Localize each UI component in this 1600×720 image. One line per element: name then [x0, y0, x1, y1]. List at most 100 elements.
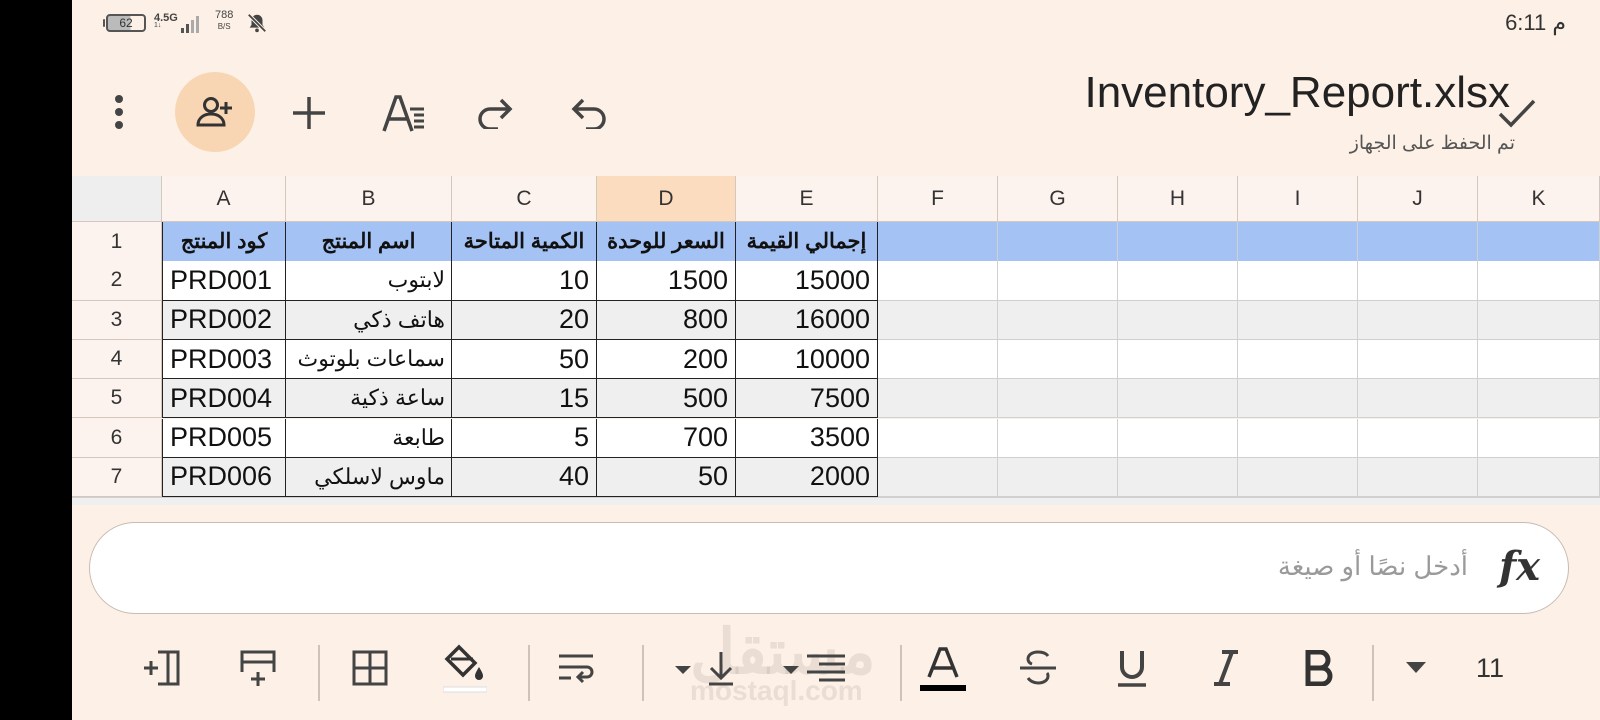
- horizontal-align-button[interactable]: [766, 640, 852, 696]
- data-cell[interactable]: [1238, 379, 1358, 419]
- data-cell[interactable]: [1478, 339, 1600, 380]
- data-cell[interactable]: PRD006: [162, 457, 286, 498]
- header-cell[interactable]: اسم المنتج: [286, 222, 452, 262]
- data-cell[interactable]: [1478, 457, 1600, 498]
- data-cell[interactable]: [1238, 300, 1358, 340]
- data-cell[interactable]: [878, 300, 998, 340]
- data-cell[interactable]: [1118, 261, 1238, 301]
- data-cell[interactable]: [1358, 261, 1478, 301]
- formula-input[interactable]: أدخل نصًا أو صيغة: [1278, 551, 1468, 582]
- data-cell[interactable]: [1358, 300, 1478, 340]
- row-header-1[interactable]: 1: [72, 222, 162, 262]
- data-cell[interactable]: سماعات بلوتوث: [286, 339, 452, 380]
- insert-button[interactable]: [284, 88, 334, 138]
- data-cell[interactable]: PRD005: [162, 418, 286, 458]
- data-cell[interactable]: [1238, 418, 1358, 458]
- redo-button[interactable]: [470, 88, 520, 138]
- data-cell[interactable]: 10: [452, 261, 597, 301]
- data-cell[interactable]: [998, 418, 1118, 458]
- row-header-6[interactable]: 6: [72, 418, 162, 458]
- header-cell[interactable]: كود المنتج: [162, 222, 286, 262]
- row-header-4[interactable]: 4: [72, 339, 162, 380]
- data-cell[interactable]: ماوس لاسلكي: [286, 457, 452, 498]
- column-header-a[interactable]: A: [162, 176, 286, 222]
- data-cell[interactable]: [1478, 300, 1600, 340]
- share-button[interactable]: [175, 72, 255, 152]
- data-cell[interactable]: 15: [452, 379, 597, 419]
- font-size-dropdown[interactable]: [1388, 640, 1444, 696]
- data-cell[interactable]: 1500: [597, 261, 736, 301]
- text-color-button[interactable]: [915, 640, 971, 696]
- data-cell[interactable]: [1238, 261, 1358, 301]
- data-cell[interactable]: [878, 379, 998, 419]
- data-cell[interactable]: ساعة ذكية: [286, 379, 452, 419]
- column-header-e[interactable]: E: [736, 176, 878, 222]
- data-cell[interactable]: [998, 300, 1118, 340]
- column-header-d[interactable]: D: [597, 176, 736, 222]
- data-cell[interactable]: [1358, 339, 1478, 380]
- column-header-g[interactable]: G: [998, 176, 1118, 222]
- data-cell[interactable]: 5: [452, 418, 597, 458]
- header-cell[interactable]: [1238, 222, 1358, 262]
- data-cell[interactable]: [998, 379, 1118, 419]
- data-cell[interactable]: PRD003: [162, 339, 286, 380]
- data-cell[interactable]: [1238, 457, 1358, 498]
- vertical-align-button[interactable]: [668, 640, 754, 696]
- data-cell[interactable]: 700: [597, 418, 736, 458]
- data-cell[interactable]: [998, 339, 1118, 380]
- data-cell[interactable]: [878, 457, 998, 498]
- row-header-5[interactable]: 5: [72, 379, 162, 419]
- header-cell[interactable]: [1118, 222, 1238, 262]
- data-cell[interactable]: 40: [452, 457, 597, 498]
- column-header-i[interactable]: I: [1238, 176, 1358, 222]
- data-cell[interactable]: لابتوب: [286, 261, 452, 301]
- data-cell[interactable]: [878, 339, 998, 380]
- header-cell[interactable]: [1478, 222, 1600, 262]
- data-cell[interactable]: 7500: [736, 379, 878, 419]
- borders-button[interactable]: [342, 640, 398, 696]
- data-cell[interactable]: 500: [597, 379, 736, 419]
- row-header-2[interactable]: 2: [72, 261, 162, 301]
- header-cell[interactable]: إجمالي القيمة: [736, 222, 878, 262]
- fill-color-button[interactable]: [437, 640, 493, 696]
- text-format-button[interactable]: [377, 88, 431, 138]
- data-cell[interactable]: 50: [597, 457, 736, 498]
- data-cell[interactable]: 10000: [736, 339, 878, 380]
- data-cell[interactable]: 2000: [736, 457, 878, 498]
- column-header-c[interactable]: C: [452, 176, 597, 222]
- column-header-f[interactable]: F: [878, 176, 998, 222]
- underline-button[interactable]: [1104, 640, 1160, 696]
- data-cell[interactable]: 50: [452, 339, 597, 380]
- data-cell[interactable]: 3500: [736, 418, 878, 458]
- insert-column-button[interactable]: [134, 640, 190, 696]
- data-cell[interactable]: [1118, 379, 1238, 419]
- data-cell[interactable]: PRD004: [162, 379, 286, 419]
- data-cell[interactable]: [1478, 261, 1600, 301]
- data-cell[interactable]: [1478, 418, 1600, 458]
- data-cell[interactable]: [1118, 418, 1238, 458]
- data-cell[interactable]: [1358, 457, 1478, 498]
- header-cell[interactable]: [878, 222, 998, 262]
- data-cell[interactable]: [1478, 379, 1600, 419]
- data-cell[interactable]: 800: [597, 300, 736, 340]
- data-cell[interactable]: PRD002: [162, 300, 286, 340]
- done-button[interactable]: [1490, 88, 1544, 138]
- row-header-7[interactable]: 7: [72, 457, 162, 498]
- file-name[interactable]: Inventory_Report.xlsx: [1084, 68, 1510, 118]
- data-cell[interactable]: [1358, 418, 1478, 458]
- fx-icon[interactable]: fx: [1499, 543, 1540, 590]
- more-options-button[interactable]: [94, 90, 144, 134]
- data-cell[interactable]: 20: [452, 300, 597, 340]
- column-header-b[interactable]: B: [286, 176, 452, 222]
- data-cell[interactable]: [998, 261, 1118, 301]
- font-size-value[interactable]: 11: [1462, 640, 1518, 696]
- data-cell[interactable]: طابعة: [286, 418, 452, 458]
- header-cell[interactable]: السعر للوحدة: [597, 222, 736, 262]
- column-header-k[interactable]: K: [1478, 176, 1600, 222]
- undo-button[interactable]: [564, 88, 614, 138]
- header-cell[interactable]: [1358, 222, 1478, 262]
- insert-row-button[interactable]: [230, 640, 286, 696]
- column-header-h[interactable]: H: [1118, 176, 1238, 222]
- data-cell[interactable]: PRD001: [162, 261, 286, 301]
- formula-bar[interactable]: أدخل نصًا أو صيغة fx: [89, 522, 1569, 614]
